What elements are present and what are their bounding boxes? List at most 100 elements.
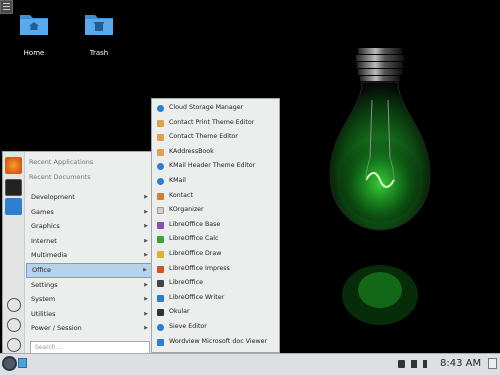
category-utilities[interactable]: Utilities ▶: [26, 307, 152, 322]
chevron-right-icon: ▶: [144, 281, 148, 288]
application-launcher-button[interactable]: [2, 356, 17, 371]
menu-item[interactable]: LibreOffice: [152, 276, 279, 291]
back-arrow-icon[interactable]: [7, 298, 21, 312]
category-label: Graphics: [31, 222, 60, 231]
lo-draw-icon: [157, 250, 164, 258]
category-graphics[interactable]: Graphics ▶: [26, 219, 152, 234]
battery-icon[interactable]: [411, 360, 417, 368]
category-settings[interactable]: Settings ▶: [26, 278, 152, 293]
menu-item-label: KOrganizer: [169, 206, 204, 214]
category-label: Multimedia: [31, 251, 68, 260]
office-submenu: Cloud Storage Manager Contact Print Them…: [151, 98, 280, 353]
chevron-right-icon: ▶: [144, 310, 148, 317]
clipboard-icon[interactable]: [398, 360, 405, 368]
category-label: Development: [31, 193, 75, 201]
clock[interactable]: 8:43 AM: [440, 358, 481, 369]
theme-editor-icon: [157, 134, 164, 142]
favorites-bar: [3, 152, 25, 354]
menu-item[interactable]: Cloud Storage Manager: [152, 101, 279, 116]
address-book-icon: [157, 148, 164, 156]
virtual-desktop-pager[interactable]: [18, 358, 27, 368]
volume-icon[interactable]: [423, 360, 429, 368]
menu-item-label: Contact Print Theme Editor: [169, 118, 255, 126]
menu-item-label: Cloud Storage Manager: [169, 104, 244, 111]
category-label: Utilities: [31, 309, 56, 318]
menu-item[interactable]: LibreOffice Calc: [152, 232, 279, 247]
chevron-right-icon: ▶: [144, 208, 148, 215]
menu-item-label: KAddressBook: [169, 147, 214, 155]
category-label: Internet: [31, 236, 57, 245]
cloud-icon: [157, 105, 164, 112]
menu-item-label: KMail Header Theme Editor: [169, 162, 256, 170]
menu-item[interactable]: Okular: [152, 305, 279, 320]
category-power-session[interactable]: Power / Session ▶: [26, 321, 152, 336]
chevron-right-icon: ▶: [144, 223, 148, 230]
menu-item-label: LibreOffice: [169, 279, 203, 287]
category-development[interactable]: Development ▶: [26, 190, 152, 205]
show-desktop-button[interactable]: [488, 358, 497, 369]
calendar-icon: [157, 207, 164, 215]
category-system[interactable]: System ▶: [26, 292, 152, 307]
power-icon[interactable]: [7, 338, 21, 352]
menu-item-label: KMail: [169, 176, 186, 184]
libreoffice-icon: [157, 280, 164, 288]
category-label: Power / Session: [31, 324, 82, 333]
chevron-right-icon: ▶: [144, 237, 148, 244]
menu-item-label: Sieve Editor: [169, 322, 207, 330]
trash-folder-icon: [85, 15, 113, 35]
file-manager-icon[interactable]: [5, 198, 22, 215]
kmail-icon: [157, 163, 164, 171]
taskbar: 8:43 AM: [0, 353, 500, 375]
terminal-icon[interactable]: [5, 179, 22, 196]
menu-item[interactable]: KMail: [152, 174, 279, 189]
menu-item[interactable]: Kontact: [152, 189, 279, 204]
chevron-right-icon: ▶: [144, 194, 148, 200]
wordview-icon: [157, 338, 164, 346]
recent-documents[interactable]: Recent Documents: [29, 173, 91, 181]
menu-item[interactable]: KAddressBook: [152, 145, 279, 160]
menu-item-label: LibreOffice Base: [169, 220, 221, 228]
menu-item[interactable]: KMail Header Theme Editor: [152, 159, 279, 174]
lightbulb-wallpaper: [329, 48, 431, 325]
menu-item[interactable]: Contact Theme Editor: [152, 130, 279, 145]
refresh-icon[interactable]: [7, 318, 21, 332]
menu-item-label: Okular: [169, 308, 190, 316]
okular-icon: [157, 309, 164, 317]
category-internet[interactable]: Internet ▶: [26, 234, 152, 249]
menu-item[interactable]: LibreOffice Writer: [152, 291, 279, 306]
lo-writer-icon: [157, 294, 164, 302]
category-label: Office: [32, 266, 51, 274]
menu-item[interactable]: Contact Print Theme Editor: [152, 116, 279, 131]
menu-item-label: Contact Theme Editor: [169, 133, 238, 141]
desktop-icon-label: Trash: [89, 49, 109, 57]
menu-item-label: LibreOffice Draw: [169, 249, 222, 257]
category-multimedia[interactable]: Multimedia ▶: [26, 248, 152, 263]
menu-item[interactable]: KOrganizer: [152, 203, 279, 218]
category-label: Games: [31, 207, 54, 216]
category-label: System: [31, 295, 56, 304]
theme-editor-icon: [157, 119, 164, 127]
menu-item-label: Wordview Microsoft doc Viewer: [169, 337, 268, 345]
menu-item[interactable]: Wordview Microsoft doc Viewer: [152, 335, 279, 350]
desktop-icon-label: Home: [23, 49, 45, 57]
menu-item-label: LibreOffice Writer: [169, 293, 225, 301]
menu-item-label: LibreOffice Calc: [169, 235, 219, 243]
desktop-icon-trash[interactable]: Trash: [75, 12, 123, 57]
category-office[interactable]: Office ▶: [26, 263, 152, 278]
category-games[interactable]: Games ▶: [26, 205, 152, 220]
chevron-right-icon: ▶: [143, 267, 147, 273]
sieve-icon: [157, 323, 164, 331]
desktop-icon-home[interactable]: Home: [10, 12, 58, 57]
chevron-right-icon: ▶: [144, 252, 148, 259]
kontact-icon: [157, 192, 164, 200]
lo-base-icon: [157, 221, 164, 229]
application-launcher: Recent Applications Recent Documents Dev…: [2, 151, 152, 355]
menu-item[interactable]: LibreOffice Impress: [152, 262, 279, 277]
menu-item[interactable]: LibreOffice Draw: [152, 247, 279, 262]
firefox-icon[interactable]: [5, 157, 22, 174]
menu-item[interactable]: Sieve Editor: [152, 320, 279, 335]
lo-calc-icon: [157, 236, 164, 244]
category-label: Settings: [31, 280, 58, 289]
menu-item[interactable]: LibreOffice Base: [152, 218, 279, 233]
recent-applications[interactable]: Recent Applications: [29, 158, 93, 166]
